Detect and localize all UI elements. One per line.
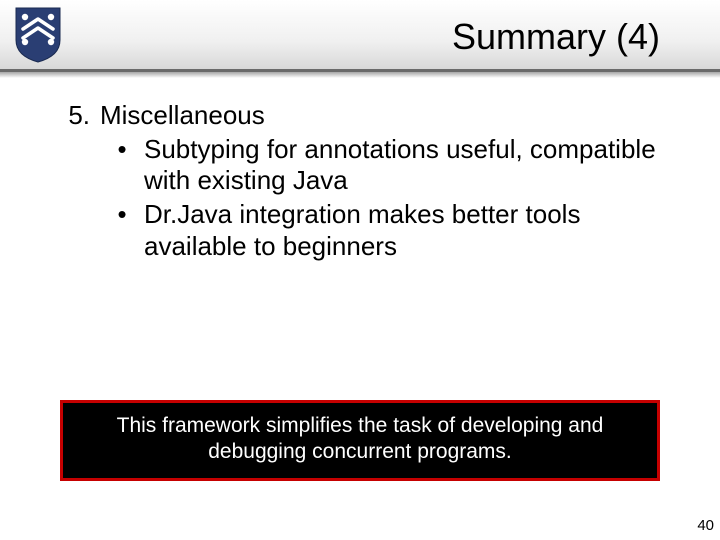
item-number: 5. bbox=[56, 100, 100, 132]
list-item: • Subtyping for annotations useful, comp… bbox=[56, 134, 664, 197]
page-number: 40 bbox=[697, 517, 714, 534]
slide-title: Summary (4) bbox=[452, 16, 660, 58]
slide-header: Summary (4) bbox=[0, 0, 720, 72]
list-item: • Dr.Java integration makes better tools… bbox=[56, 199, 664, 262]
bullet-dot: • bbox=[100, 134, 144, 197]
header-shadow bbox=[0, 72, 720, 78]
shield-logo bbox=[14, 6, 62, 64]
bullet-dot: • bbox=[100, 199, 144, 262]
slide-body: 5. Miscellaneous • Subtyping for annotat… bbox=[0, 72, 720, 263]
list-item-heading: 5. Miscellaneous bbox=[56, 100, 664, 132]
callout-text: This framework simplifies the task of de… bbox=[117, 414, 604, 463]
item-heading-text: Miscellaneous bbox=[100, 100, 664, 132]
callout-box: This framework simplifies the task of de… bbox=[60, 400, 660, 481]
bullet-text: Subtyping for annotations useful, compat… bbox=[144, 134, 664, 197]
bullet-text: Dr.Java integration makes better tools a… bbox=[144, 199, 664, 262]
